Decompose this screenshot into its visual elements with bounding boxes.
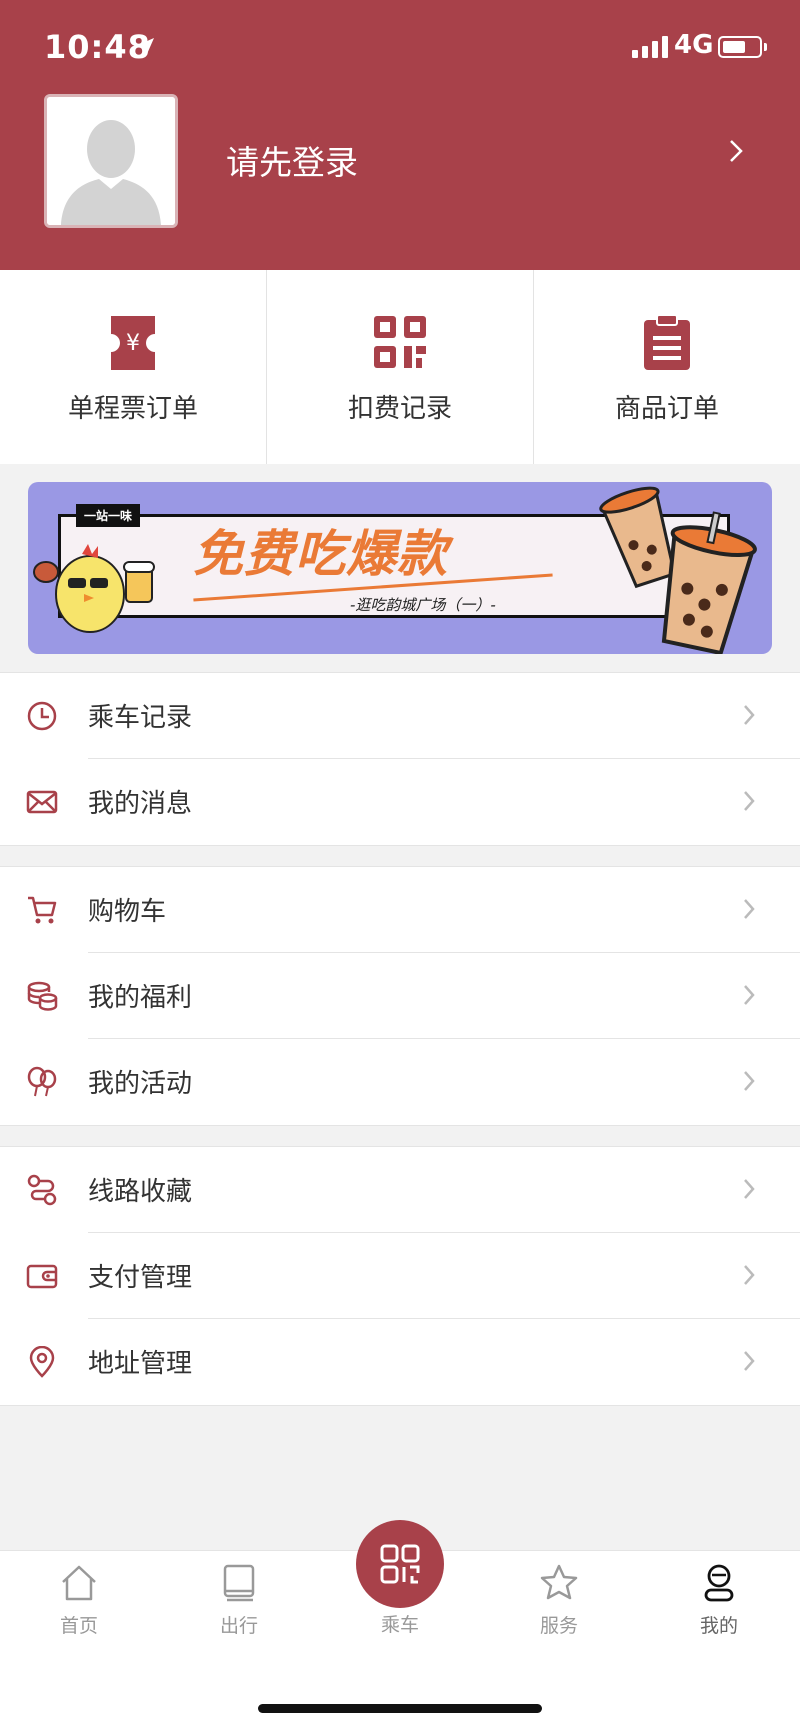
- menu-item-route-favorites[interactable]: 线路收藏: [0, 1147, 800, 1233]
- banner-title: 免费吃爆款: [193, 525, 448, 583]
- location-pin-icon: [29, 1346, 55, 1378]
- promo-banner[interactable]: 一站一味 免费吃爆款 -逛吃韵城广场（一）-: [28, 482, 772, 654]
- banner-subtitle: -逛吃韵城广场（一）-: [350, 596, 496, 614]
- chevron-right-icon: [744, 791, 755, 811]
- menu-item-label: 线路收藏: [88, 1177, 193, 1207]
- tab-travel[interactable]: 出行: [179, 1551, 299, 1661]
- avatar[interactable]: [44, 94, 178, 228]
- quick-action-label: 扣费记录: [347, 394, 452, 424]
- menu-item-my-messages[interactable]: 我的消息: [0, 759, 800, 845]
- status-time: 10:48: [44, 28, 151, 66]
- tab-label: 乘车: [380, 1614, 419, 1636]
- book-icon: [223, 1564, 255, 1602]
- tab-mine[interactable]: 我的: [659, 1551, 779, 1661]
- network-type: 4G: [674, 30, 714, 60]
- cart-icon: [28, 896, 57, 924]
- clock-icon: [27, 701, 57, 731]
- menu-item-label: 乘车记录: [88, 703, 193, 733]
- menu-item-label: 购物车: [88, 897, 167, 927]
- tab-label: 服务: [539, 1615, 578, 1637]
- chick-mascot-icon: [33, 544, 155, 633]
- star-icon: [540, 1564, 578, 1600]
- menu-item-label: 我的消息: [88, 789, 193, 819]
- chevron-right-icon: [744, 705, 755, 725]
- quick-action-ticket-orders[interactable]: ¥ 单程票订单: [0, 270, 267, 464]
- profile-header: 10:48 4G 请先登录: [0, 0, 800, 270]
- status-bar: 10:48 4G: [0, 0, 800, 96]
- quick-action-product-orders[interactable]: 商品订单: [534, 270, 800, 464]
- wallet-icon: [26, 1264, 58, 1289]
- battery-icon: [718, 36, 762, 58]
- tab-label: 出行: [219, 1615, 258, 1637]
- svg-text:¥: ¥: [126, 331, 140, 356]
- menu-item-label: 支付管理: [88, 1263, 193, 1293]
- menu-item-payment-management[interactable]: 支付管理: [0, 1233, 800, 1319]
- home-icon: [62, 1565, 96, 1601]
- menu-item-label: 我的福利: [88, 983, 193, 1013]
- qr-code-icon: [374, 316, 426, 368]
- location-arrow-icon: [138, 38, 154, 54]
- login-prompt[interactable]: 请先登录: [226, 136, 358, 184]
- chevron-right-icon: [744, 1351, 755, 1371]
- balloon-icon: [27, 1066, 57, 1097]
- chevron-right-icon: [744, 1179, 755, 1199]
- menu-item-label: 我的活动: [88, 1069, 193, 1099]
- menu-item-address-management[interactable]: 地址管理: [0, 1319, 800, 1405]
- coins-icon: [27, 981, 58, 1011]
- tab-services[interactable]: 服务: [499, 1551, 619, 1661]
- signal-icon: [632, 36, 668, 58]
- menu-item-my-activities[interactable]: 我的活动: [0, 1039, 800, 1125]
- menu-group-trips: 乘车记录 我的消息: [0, 672, 800, 846]
- tab-label: 首页: [59, 1615, 98, 1637]
- menu-group-shopping: 购物车 我的福利 我的活动: [0, 866, 800, 1126]
- menu-group-settings: 线路收藏 支付管理 地址管理: [0, 1146, 800, 1406]
- quick-action-label: 商品订单: [614, 394, 719, 424]
- bubble-tea-icon: [599, 486, 757, 654]
- home-indicator: [258, 1704, 542, 1713]
- quick-actions: ¥ 单程票订单 扣费记录 商品订单: [0, 270, 800, 464]
- qr-code-icon: [380, 1544, 420, 1584]
- menu-item-my-benefits[interactable]: 我的福利: [0, 953, 800, 1039]
- chevron-right-icon: [744, 899, 755, 919]
- chevron-right-icon: [744, 1265, 755, 1285]
- menu-item-shopping-cart[interactable]: 购物车: [0, 867, 800, 953]
- banner-tag: 一站一味: [76, 504, 141, 527]
- tab-home[interactable]: 首页: [19, 1551, 139, 1661]
- ticket-yen-icon: ¥: [111, 316, 155, 370]
- route-icon: [27, 1174, 57, 1206]
- default-avatar-icon: [47, 97, 175, 225]
- tab-label: 我的: [699, 1615, 738, 1637]
- menu-item-ride-records[interactable]: 乘车记录: [0, 673, 800, 759]
- clipboard-list-icon: [644, 314, 690, 370]
- mail-icon: [26, 790, 58, 814]
- tab-ride-button[interactable]: [356, 1520, 444, 1608]
- quick-action-deduction-records[interactable]: 扣费记录: [267, 270, 534, 464]
- user-icon: [704, 1564, 734, 1602]
- chevron-right-icon: [744, 1071, 755, 1091]
- battery-nub: [764, 43, 767, 51]
- quick-action-label: 单程票订单: [67, 394, 198, 424]
- menu-item-label: 地址管理: [88, 1349, 193, 1379]
- chevron-right-icon[interactable]: [728, 138, 744, 164]
- chevron-right-icon: [744, 985, 755, 1005]
